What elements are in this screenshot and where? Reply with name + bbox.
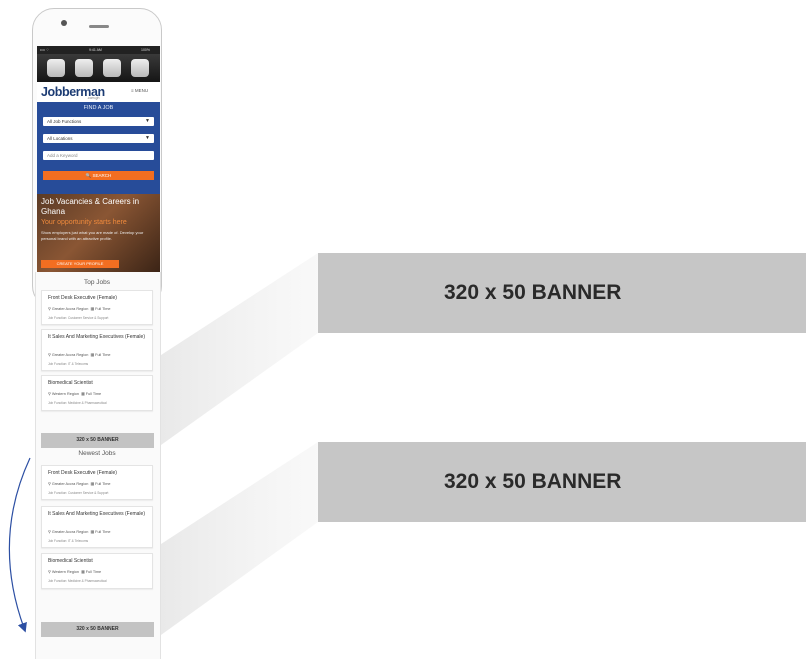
scroll-arrow-icon	[8, 457, 31, 633]
